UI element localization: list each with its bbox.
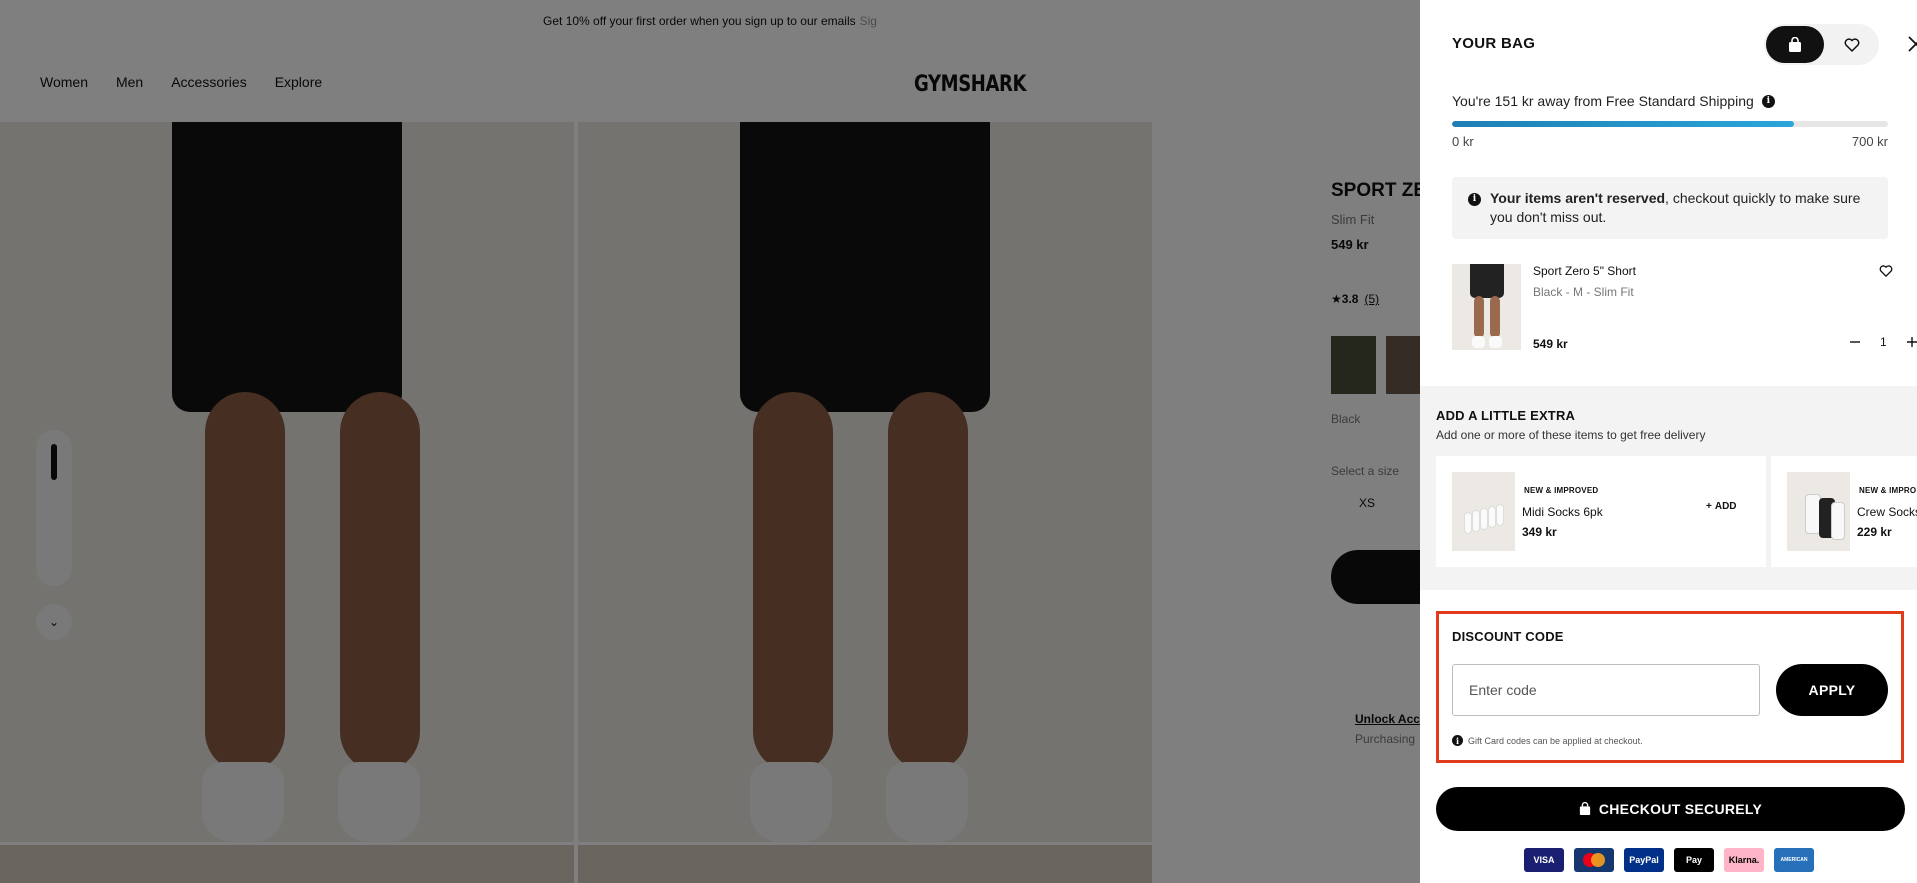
close-button[interactable] <box>1904 32 1917 56</box>
overlay-backdrop[interactable] <box>0 0 1420 883</box>
gift-card-note-text: Gift Card codes can be applied at checko… <box>1468 735 1643 746</box>
payment-method-icon: Klarna. <box>1724 848 1764 872</box>
gift-card-note: i Gift Card codes can be applied at chec… <box>1452 735 1643 746</box>
upsell-section: ADD A LITTLE EXTRA Add one or more of th… <box>1420 386 1917 590</box>
wishlist-tab[interactable] <box>1824 37 1879 52</box>
upsell-add-button[interactable]: + ADD <box>1706 501 1737 512</box>
upsell-price: 229 kr <box>1857 525 1892 539</box>
payment-method-icon: VISA <box>1524 848 1564 872</box>
upsell-price: 349 kr <box>1522 525 1557 539</box>
discount-code-section: DISCOUNT CODE APPLY i Gift Card codes ca… <box>1436 611 1904 763</box>
plus-icon: + <box>1706 501 1712 512</box>
upsell-name[interactable]: Crew Socks <box>1857 505 1917 519</box>
increase-quantity-button[interactable] <box>1903 333 1917 351</box>
bag-drawer: YOUR BAG You're 151 kr away from Free St… <box>1420 0 1917 883</box>
payment-methods: VISA PayPal Pay Klarna. AMERICAN <box>1524 848 1814 872</box>
bag-header: YOUR BAG <box>1452 24 1917 65</box>
upsell-image <box>1787 472 1850 551</box>
quantity-stepper: 1 <box>1846 333 1917 351</box>
payment-method-icon: PayPal <box>1624 848 1664 872</box>
apply-discount-button[interactable]: APPLY <box>1776 664 1888 716</box>
product-page: Get 10% off your first order when you si… <box>0 0 1420 883</box>
add-label: ADD <box>1714 501 1737 512</box>
checkout-label: CHECKOUT SECURELY <box>1598 801 1763 817</box>
close-icon <box>1908 36 1917 52</box>
discount-code-input[interactable] <box>1452 664 1760 716</box>
upsell-card[interactable]: NEW & IMPRO Crew Socks 229 kr <box>1771 456 1917 567</box>
free-shipping-message: You're 151 kr away from Free Standard Sh… <box>1452 93 1775 109</box>
heart-icon <box>1844 37 1859 52</box>
info-icon: i <box>1468 193 1481 206</box>
notice-bold: Your items aren't reserved <box>1490 190 1666 206</box>
bag-title: YOUR BAG <box>1452 34 1536 52</box>
bag-icon <box>1789 36 1801 52</box>
minus-icon <box>1850 341 1860 343</box>
bag-tab[interactable] <box>1766 26 1824 63</box>
bag-item-image[interactable] <box>1452 264 1521 350</box>
payment-method-icon <box>1574 848 1614 872</box>
upsell-subtitle: Add one or more of these items to get fr… <box>1436 428 1706 442</box>
upsell-title: ADD A LITTLE EXTRA <box>1436 408 1576 423</box>
payment-method-icon: Pay <box>1674 848 1714 872</box>
upsell-card[interactable]: NEW & IMPROVED Midi Socks 6pk 349 kr + AD… <box>1436 456 1766 567</box>
progress-max-label: 700 kr <box>1851 134 1888 149</box>
shipping-progress-bar <box>1452 121 1888 127</box>
info-icon: i <box>1452 735 1463 746</box>
save-to-wishlist-button[interactable] <box>1879 264 1893 282</box>
bag-item-variant: Black - M - Slim Fit <box>1533 285 1634 299</box>
shipping-text: You're 151 kr away from Free Standard Sh… <box>1452 93 1754 109</box>
bag-item-name[interactable]: Sport Zero 5" Short <box>1533 264 1636 278</box>
reservation-notice: i Your items aren't reserved, checkout q… <box>1452 177 1888 239</box>
info-icon[interactable]: i <box>1761 94 1775 108</box>
payment-method-icon: AMERICAN <box>1774 848 1814 872</box>
upsell-badge: NEW & IMPROVED <box>1520 484 1603 497</box>
heart-icon <box>1879 265 1893 277</box>
progress-min-label: 0 kr <box>1452 134 1474 149</box>
upsell-name[interactable]: Midi Socks 6pk <box>1522 505 1603 519</box>
upsell-image <box>1452 472 1515 551</box>
bag-icon <box>1579 802 1591 815</box>
upsell-badge: NEW & IMPRO <box>1855 484 1917 497</box>
bag-item: Sport Zero 5" Short Black - M - Slim Fit… <box>1452 264 1917 352</box>
decrease-quantity-button[interactable] <box>1846 333 1864 351</box>
checkout-button[interactable]: CHECKOUT SECURELY <box>1436 787 1905 831</box>
discount-title: DISCOUNT CODE <box>1452 629 1564 644</box>
quantity-value: 1 <box>1880 335 1887 349</box>
plus-icon <box>1906 337 1917 347</box>
shipping-progress-fill <box>1452 121 1794 127</box>
bag-item-price: 549 kr <box>1533 337 1568 351</box>
bag-wishlist-toggle <box>1764 24 1879 65</box>
